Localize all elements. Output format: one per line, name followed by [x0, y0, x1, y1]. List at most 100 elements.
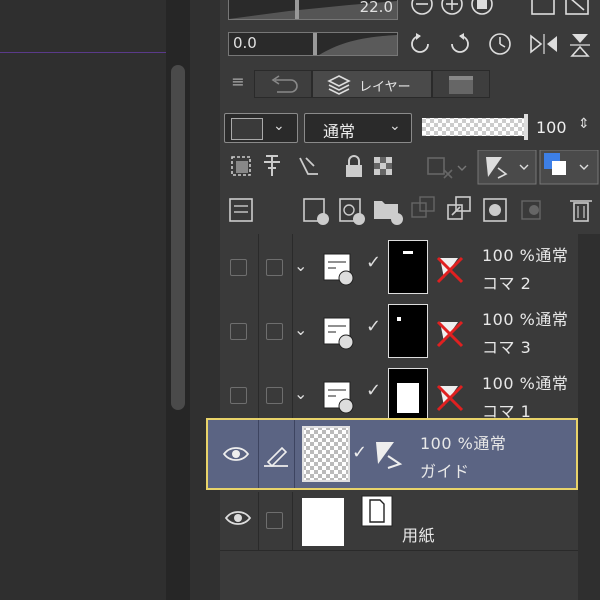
column-divider — [258, 234, 259, 298]
visibility-toggle[interactable] — [230, 387, 247, 404]
trash-icon[interactable] — [570, 200, 592, 222]
resize-icon[interactable] — [565, 0, 589, 15]
layer-name: コマ 3 — [482, 338, 532, 357]
layer-row-koma-3[interactable]: ⌄ ✓ 100 %通常 コマ 3 — [220, 298, 578, 363]
checkmark-icon: ✓ — [352, 442, 368, 463]
tab-layer-label: レイヤー — [359, 80, 411, 95]
draft-layer-icon[interactable] — [299, 157, 318, 175]
column-divider — [258, 420, 259, 488]
opacity-bar[interactable] — [422, 118, 526, 136]
frame-mask-icon — [436, 384, 464, 412]
flip-vertical-icon[interactable] — [570, 34, 590, 57]
layer-thumbnail — [302, 426, 350, 482]
chevron-down-icon[interactable]: ⌄ — [294, 320, 307, 339]
reference-layer-icon[interactable] — [264, 155, 280, 176]
frame-mask-icon — [436, 256, 464, 284]
layer-property-icon[interactable] — [229, 198, 253, 222]
opacity-slider[interactable]: 0.0 — [228, 32, 398, 56]
lock-transparent-icon[interactable] — [374, 157, 392, 175]
tab-animation[interactable] — [432, 70, 490, 98]
column-divider — [258, 298, 259, 362]
chevron-down-icon: ⌄ — [389, 118, 401, 134]
eye-icon[interactable] — [222, 444, 250, 464]
layer-list-empty — [220, 552, 578, 600]
layer-name: 用紙 — [402, 526, 436, 545]
layer-color-icon[interactable] — [539, 150, 599, 185]
new-raster-layer-icon[interactable] — [303, 198, 329, 225]
stop-icon[interactable] — [471, 0, 493, 15]
rotation-icon-row — [411, 33, 590, 57]
layer-thumbnail — [302, 498, 344, 546]
layer-thumbnail — [388, 304, 428, 358]
panel-gutter — [190, 0, 220, 600]
column-divider — [292, 234, 293, 298]
blend-mode-label: 通常 — [323, 122, 356, 141]
visibility-toggle[interactable] — [230, 323, 247, 340]
spin-icon[interactable]: ⇕ — [578, 116, 590, 132]
chevron-down-icon: ⌄ — [273, 118, 285, 134]
new-vector-layer-icon[interactable] — [339, 198, 365, 225]
top-icon-row — [411, 0, 589, 15]
plus-icon[interactable] — [441, 0, 463, 15]
mask-layer-icon[interactable] — [483, 198, 507, 222]
visibility-toggle[interactable] — [230, 259, 247, 276]
ruler-range-icon[interactable] — [477, 150, 537, 185]
undo-history-icon — [271, 75, 298, 93]
layer-list-scrollbar[interactable] — [578, 234, 600, 600]
minus-icon[interactable] — [411, 0, 433, 15]
new-folder-icon[interactable] — [374, 201, 403, 225]
apply-mask-icon[interactable] — [521, 200, 541, 220]
layer-info: 100 %通常 — [420, 434, 507, 453]
chevron-down-icon[interactable]: ⌄ — [294, 256, 307, 275]
layer-info: 100 %通常 — [482, 246, 569, 265]
eye-icon[interactable] — [224, 508, 252, 528]
frame-folder-icon — [323, 381, 354, 414]
lock-toggle[interactable] — [266, 387, 283, 404]
checkmark-icon: ✓ — [366, 380, 382, 401]
lock-icon[interactable] — [346, 155, 362, 177]
opacity-value: 0.0 — [233, 34, 257, 52]
panel-menu-icon[interactable]: ≡ — [228, 72, 248, 92]
clip-layer-icon[interactable] — [231, 156, 251, 176]
layer-name: ガイド — [420, 462, 470, 481]
frame-mask-icon — [436, 320, 464, 348]
layer-thumbnail — [388, 240, 428, 294]
layers-icon — [327, 75, 351, 95]
pencil-icon[interactable] — [262, 442, 290, 468]
color-swatch — [231, 118, 263, 140]
column-divider — [258, 492, 259, 550]
layer-row-guide[interactable]: ✓ 100 %通常 ガイド — [206, 418, 578, 490]
canvas-area[interactable] — [0, 0, 166, 600]
layer-tool-row-2 — [229, 196, 592, 225]
brush-size-slider[interactable]: 22.0 — [228, 0, 398, 20]
transfer-lower-icon[interactable] — [411, 196, 435, 218]
rotate-right-icon[interactable] — [451, 33, 469, 53]
scrollbar-thumb[interactable] — [171, 65, 185, 410]
expand-icon[interactable] — [531, 0, 555, 15]
clapperboard-icon — [449, 76, 473, 94]
mask-enable-icon[interactable] — [422, 154, 470, 182]
chevron-down-icon[interactable]: ⌄ — [294, 384, 307, 403]
layer-tool-row-1 — [231, 150, 599, 185]
blend-mode-dropdown[interactable]: 通常 ⌄ — [304, 113, 412, 143]
canvas-guide-line — [0, 52, 166, 53]
layer-color-dropdown[interactable]: ⌄ — [224, 113, 298, 143]
layer-row-koma-2[interactable]: ⌄ ✓ 100 %通常 コマ 2 — [220, 234, 578, 299]
rotate-left-icon[interactable] — [411, 33, 429, 53]
lock-toggle[interactable] — [266, 259, 283, 276]
tab-history[interactable] — [254, 70, 312, 98]
opacity-percent: 100 — [536, 118, 567, 137]
layer-row-paper[interactable]: 用紙 — [220, 492, 578, 551]
paper-icon — [361, 495, 393, 527]
reset-rotation-icon[interactable] — [489, 33, 511, 55]
lock-toggle[interactable] — [266, 323, 283, 340]
merge-layer-icon[interactable] — [447, 196, 471, 220]
flip-horizontal-icon[interactable] — [530, 34, 557, 54]
lock-toggle[interactable] — [266, 512, 283, 529]
column-divider — [292, 298, 293, 362]
column-divider — [294, 420, 295, 488]
tab-layer[interactable]: レイヤー — [312, 70, 432, 98]
opacity-bar-handle[interactable] — [524, 114, 528, 140]
column-divider — [258, 362, 259, 426]
layer-name: コマ 2 — [482, 274, 532, 293]
